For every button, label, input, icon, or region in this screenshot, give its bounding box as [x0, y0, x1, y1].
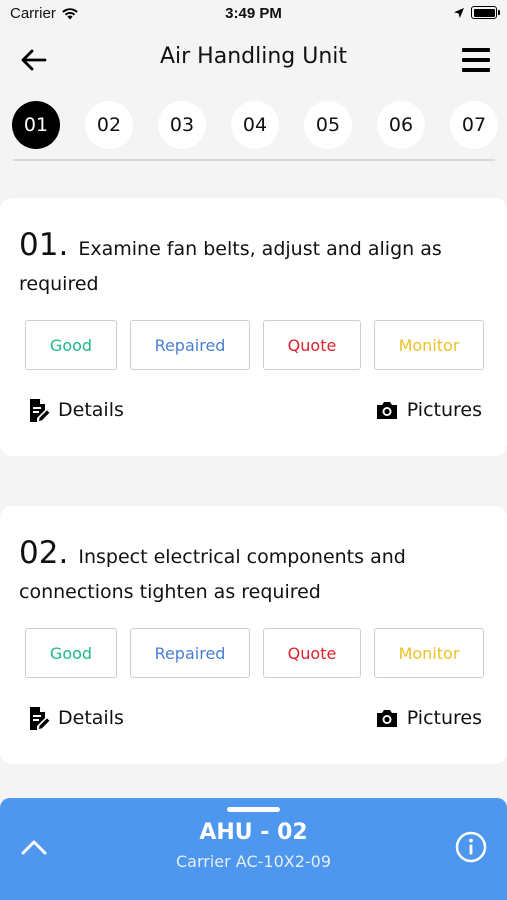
good-button[interactable]: Good: [25, 628, 117, 678]
equipment-model: Carrier AC-10X2-09: [175, 852, 332, 871]
quote-button[interactable]: Quote: [263, 320, 361, 370]
camera-icon: [376, 401, 397, 419]
pictures-label: Pictures: [406, 707, 482, 729]
equipment-title: AHU - 02: [199, 820, 308, 845]
status-bar: Carrier 3:49 PM: [0, 0, 507, 28]
details-label: Details: [58, 707, 124, 729]
status-options: Good Repaired Quote Monitor: [25, 628, 484, 678]
step-tab-04[interactable]: 04: [231, 101, 279, 149]
step-tab-02[interactable]: 02: [85, 101, 133, 149]
task-title: 01. Examine fan belts, adjust and align …: [19, 228, 489, 302]
pictures-button[interactable]: Pictures: [375, 395, 482, 425]
document-edit-icon: [30, 398, 50, 422]
task-description: Inspect electrical components and connec…: [19, 546, 406, 603]
details-button[interactable]: Details: [28, 703, 124, 733]
step-tab-03[interactable]: 03: [158, 101, 206, 149]
menu-button[interactable]: [461, 46, 491, 74]
document-edit-icon: [30, 706, 50, 730]
pictures-label: Pictures: [406, 399, 482, 421]
camera-icon: [376, 709, 397, 727]
tab-divider: [13, 159, 495, 161]
task-title: 02. Inspect electrical components and co…: [19, 536, 489, 610]
pictures-button[interactable]: Pictures: [375, 703, 482, 733]
task-number: 01.: [19, 227, 69, 263]
quote-button[interactable]: Quote: [263, 628, 361, 678]
step-tabs: 01 02 03 04 05 06 07: [12, 101, 498, 149]
task-number: 02.: [19, 535, 69, 571]
good-button[interactable]: Good: [25, 320, 117, 370]
info-icon: [455, 831, 487, 863]
monitor-button[interactable]: Monitor: [374, 628, 484, 678]
menu-bar-1: [462, 48, 490, 52]
step-tab-05[interactable]: 05: [304, 101, 352, 149]
step-tab-01[interactable]: 01: [12, 101, 60, 149]
repaired-button[interactable]: Repaired: [130, 628, 250, 678]
repaired-button[interactable]: Repaired: [130, 320, 250, 370]
status-options: Good Repaired Quote Monitor: [25, 320, 484, 370]
clock: 3:49 PM: [225, 5, 282, 22]
task-card: 01. Examine fan belts, adjust and align …: [0, 198, 507, 456]
step-tab-06[interactable]: 06: [377, 101, 425, 149]
nav-bar: Air Handling Unit: [0, 28, 507, 92]
task-description: Examine fan belts, adjust and align as r…: [19, 238, 442, 295]
menu-bar-2: [462, 58, 490, 62]
details-label: Details: [58, 399, 124, 421]
task-card: 02. Inspect electrical components and co…: [0, 506, 507, 764]
info-button[interactable]: [455, 831, 487, 863]
battery-icon: [471, 6, 500, 19]
drag-handle[interactable]: [227, 807, 280, 812]
status-right-icons: [453, 6, 500, 19]
details-button[interactable]: Details: [28, 395, 124, 425]
page-title: Air Handling Unit: [159, 44, 348, 69]
location-arrow-icon: [454, 7, 464, 18]
equipment-bottom-sheet[interactable]: AHU - 02 Carrier AC-10X2-09: [0, 798, 507, 900]
menu-bar-3: [462, 68, 490, 72]
step-tab-07[interactable]: 07: [450, 101, 498, 149]
monitor-button[interactable]: Monitor: [374, 320, 484, 370]
